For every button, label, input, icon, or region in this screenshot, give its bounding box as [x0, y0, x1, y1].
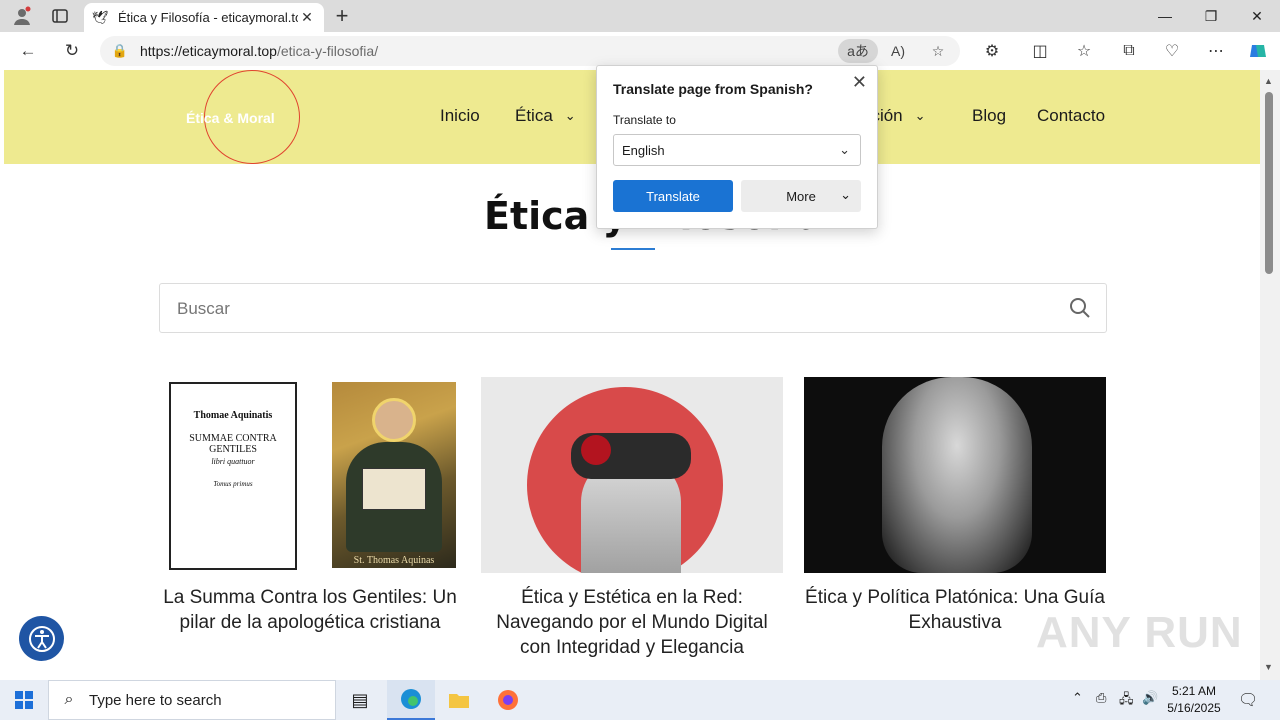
more-button[interactable]: More ⌄ [741, 180, 861, 212]
settings-more-icon[interactable]: ⋯ [1202, 37, 1230, 65]
address-bar[interactable]: 🔒 https://eticaymoral.top/etica-y-filoso… [100, 36, 960, 66]
menu-label: Ética [515, 106, 553, 125]
notifications-icon[interactable]: 🗨 [1238, 690, 1258, 710]
post-title[interactable]: La Summa Contra los Gentiles: Un pilar d… [159, 585, 461, 635]
translate-icon[interactable]: aあ [838, 39, 878, 63]
collections-icon[interactable]: ⧉ [1115, 37, 1143, 65]
search-icon: ⌕ [64, 691, 74, 708]
site-favicon-icon: 🕊 [92, 9, 109, 25]
extensions-icon[interactable]: ⚙ [978, 37, 1006, 65]
firefox-app-icon[interactable] [484, 680, 532, 720]
tab-active[interactable]: 🕊 Ética y Filosofía - eticaymoral.top ✕ [84, 3, 324, 32]
back-icon[interactable]: ← [14, 37, 42, 65]
url-host: https://eticaymoral.top [140, 43, 277, 59]
scrollbar-thumb[interactable] [1265, 92, 1273, 274]
watermark-logo: ANY RUN [1036, 608, 1243, 657]
popup-title: Translate page from Spanish? [613, 81, 813, 97]
translate-to-label: Translate to [613, 113, 676, 127]
chevron-down-icon: ⌄ [840, 187, 851, 202]
site-logo[interactable]: Ética & Moral [186, 110, 275, 126]
post-card-politica-platonica[interactable]: Ética y Política Platónica: Una Guía Exh… [804, 377, 1106, 635]
tab-bar: 🕊 Ética y Filosofía - eticaymoral.top ✕ … [0, 0, 1280, 32]
search-input[interactable]: Buscar [159, 283, 1107, 333]
menu-item-blog[interactable]: Blog [972, 106, 1006, 126]
refresh-icon[interactable]: ↻ [58, 37, 86, 65]
taskbar: ⌕ Type here to search ▤ ⌃ ⎙ 🖧 🔊 5:21 AM … [0, 680, 1280, 720]
menu-label: Inicio [440, 106, 480, 125]
language-select[interactable]: English ⌄ [613, 134, 861, 166]
accessibility-icon [28, 625, 55, 652]
post-title[interactable]: Ética y Estética en la Red: Navegando po… [481, 585, 783, 660]
close-icon[interactable]: ✕ [852, 72, 867, 93]
restore-icon[interactable]: ❐ [1188, 0, 1234, 32]
post-image[interactable] [481, 377, 783, 573]
language-value: English [622, 142, 665, 158]
clock-time: 5:21 AM [1171, 684, 1217, 698]
more-label: More [786, 188, 816, 204]
network-icon[interactable]: 🖧 [1119, 690, 1134, 712]
chevron-down-icon: ⌄ [564, 108, 576, 123]
minimize-icon[interactable]: — [1142, 0, 1188, 32]
clock-date: 5/16/2025 [1167, 701, 1221, 715]
tab-actions-icon[interactable] [46, 2, 74, 30]
scroll-up-icon[interactable]: ▲ [1264, 76, 1273, 86]
taskbar-clock[interactable]: 5:21 AM 5/16/2025 [1160, 683, 1228, 717]
file-explorer-icon[interactable] [435, 680, 483, 720]
search-icon[interactable] [1068, 296, 1092, 320]
new-tab-icon[interactable]: + [328, 2, 356, 30]
close-tab-icon[interactable]: ✕ [298, 9, 316, 26]
tab-title: Ética y Filosofía - eticaymoral.top [118, 10, 298, 25]
volume-icon[interactable]: 🔊 [1142, 690, 1158, 706]
accessibility-button[interactable] [19, 616, 64, 661]
book-subtitle-2: libri quattuor [211, 457, 255, 466]
menu-label: Contacto [1037, 106, 1106, 125]
favorites-icon[interactable]: ☆ [1070, 37, 1098, 65]
scroll-down-icon[interactable]: ▼ [1264, 662, 1273, 672]
book-subtitle: SUMMAE CONTRA GENTILES [189, 433, 277, 455]
taskbar-search[interactable]: ⌕ Type here to search [48, 680, 336, 720]
edge-app-icon[interactable] [387, 680, 435, 720]
post-image[interactable]: Thomae Aquinatis SUMMAE CONTRA GENTILES … [159, 377, 461, 573]
title-underline [611, 248, 655, 250]
translate-button[interactable]: Translate [613, 180, 733, 212]
menu-item-inicio[interactable]: Inicio [440, 106, 480, 126]
book-title: Thomae Aquinatis [193, 410, 273, 421]
translate-popup: Translate page from Spanish? ✕ Translate… [596, 65, 878, 229]
windows-start-icon[interactable] [0, 680, 48, 720]
search-placeholder: Buscar [177, 299, 230, 318]
close-window-icon[interactable]: ✕ [1234, 0, 1280, 32]
chevron-down-icon: ⌄ [914, 108, 926, 123]
chevron-down-icon: ⌄ [839, 142, 850, 157]
book-cover-image: Thomae Aquinatis SUMMAE CONTRA GENTILES … [169, 382, 297, 570]
copilot-icon[interactable] [1244, 37, 1272, 65]
url-path: /etica-y-filosofia/ [276, 43, 379, 59]
taskbar-search-placeholder: Type here to search [89, 691, 222, 709]
browser-essentials-icon[interactable]: ♡ [1158, 37, 1186, 65]
device-icon[interactable]: ⎙ [1096, 690, 1106, 706]
post-card-etica-estetica[interactable]: Ética y Estética en la Red: Navegando po… [481, 377, 783, 660]
read-aloud-icon[interactable]: A) [886, 39, 910, 63]
chevron-up-icon[interactable]: ⌃ [1072, 690, 1083, 706]
favorite-star-icon[interactable]: ☆ [926, 39, 950, 63]
post-card-summa[interactable]: Thomae Aquinatis SUMMAE CONTRA GENTILES … [159, 377, 461, 635]
menu-item-etica[interactable]: Ética ⌄ [515, 106, 576, 126]
lock-icon[interactable]: 🔒 [100, 43, 140, 59]
post-image[interactable] [804, 377, 1106, 573]
book-volume: Tomus primus [213, 480, 253, 488]
saint-icon-painting: St. Thomas Aquinas [332, 382, 456, 568]
page-scrollbar[interactable]: ▲ ▼ [1260, 70, 1280, 680]
menu-item-contacto[interactable]: Contacto [1037, 106, 1105, 126]
task-view-icon[interactable]: ▤ [336, 680, 384, 720]
menu-label: Blog [972, 106, 1007, 125]
split-screen-icon[interactable]: ◫ [1026, 37, 1054, 65]
painting-label: St. Thomas Aquinas [353, 555, 435, 566]
profile-icon[interactable] [8, 2, 36, 30]
